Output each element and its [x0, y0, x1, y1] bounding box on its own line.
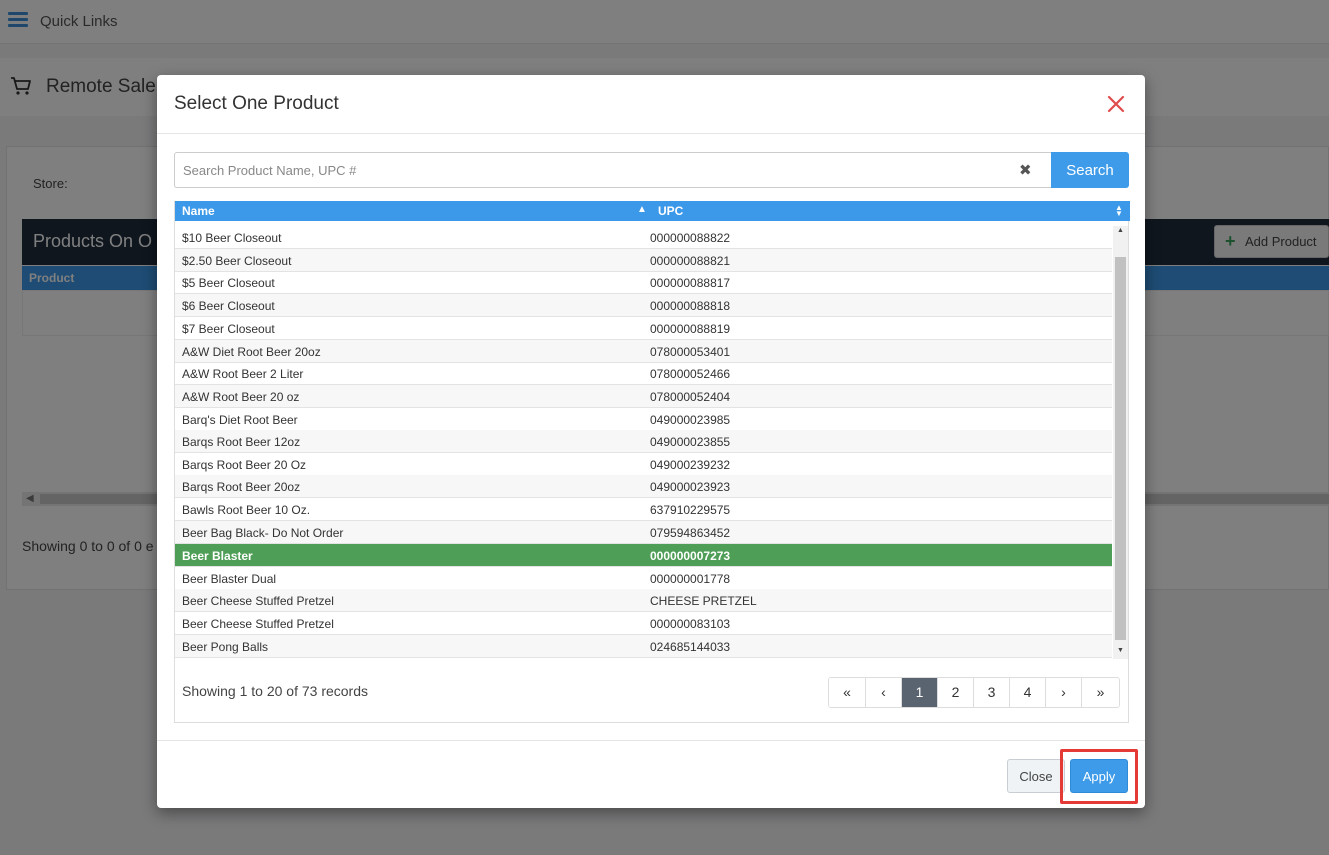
cell-upc: 000000088819 [650, 322, 731, 336]
cell-upc: 024685144033 [650, 640, 731, 654]
scroll-up-icon[interactable]: ▲ [1117, 227, 1124, 234]
vertical-scrollbar[interactable]: ▲ ▼ [1113, 226, 1128, 659]
cell-name: Beer Blaster [182, 549, 253, 563]
clear-icon[interactable]: ✖ [1019, 161, 1032, 179]
table-row[interactable]: Barqs Root Beer 12oz 049000023855 [175, 430, 1112, 453]
cell-name: $6 Beer Closeout [182, 299, 275, 313]
search-button[interactable]: Search [1051, 152, 1129, 188]
cell-name: Beer Blaster Dual [182, 572, 277, 586]
cell-upc: 049000239232 [650, 458, 731, 472]
table-row[interactable]: Beer Cheese Stuffed Pretzel CHEESE PRETZE… [175, 589, 1112, 612]
cell-upc: CHEESE PRETZEL [650, 594, 757, 608]
sort-ascending-icon[interactable]: ▲ [637, 204, 647, 215]
cell-upc: 049000023985 [650, 413, 731, 427]
cell-name: Beer Cheese Stuffed Pretzel [182, 594, 334, 608]
sort-icon[interactable]: ▲ ▼ [1115, 204, 1123, 218]
table-row[interactable]: $10 Beer Closeout 000000088822 [175, 226, 1112, 249]
cell-upc: 078000052404 [650, 390, 731, 404]
table-row[interactable]: A&W Diet Root Beer 20oz 078000053401 [175, 340, 1112, 363]
scrollbar-thumb[interactable] [1115, 257, 1126, 640]
records-info: Showing 1 to 20 of 73 records [182, 683, 369, 699]
cell-upc: 078000052466 [650, 367, 731, 381]
table-row[interactable]: $6 Beer Closeout 000000088818 [175, 294, 1112, 317]
cell-name: Beer Bag Black- Do Not Order [182, 526, 344, 540]
cell-name: Barq's Diet Root Beer [182, 413, 298, 427]
cell-name: A&W Root Beer 2 Liter [182, 367, 304, 381]
modal-header: Select One Product [157, 75, 1145, 134]
table-row[interactable]: A&W Root Beer 2 Liter 078000052466 [175, 362, 1112, 385]
table-row-selected[interactable]: Beer Blaster 000000007273 [175, 544, 1112, 567]
cell-name: Bawls Root Beer 10 Oz. [182, 503, 311, 517]
table-row[interactable]: A&W Root Beer 20 oz 078000052404 [175, 385, 1112, 408]
table-row[interactable]: $7 Beer Closeout 000000088819 [175, 317, 1112, 340]
table-body: $10 Beer Closeout 000000088822 $2.50 Beer… [175, 226, 1112, 659]
next-page-button[interactable]: › [1046, 678, 1082, 707]
prev-page-button[interactable]: ‹ [866, 678, 902, 707]
table-row[interactable]: Barqs Root Beer 20 Oz 049000239232 [175, 453, 1112, 476]
table-row[interactable]: Beer Cheese Stuffed Pretzel 000000083103 [175, 612, 1112, 635]
pagination: « ‹ 1 2 3 4 › » [828, 677, 1120, 708]
cell-name: Barqs Root Beer 12oz [182, 435, 301, 449]
table-row[interactable]: Barqs Root Beer 20oz 049000023923 [175, 475, 1112, 498]
column-header-name[interactable]: Name [182, 204, 215, 218]
table-row[interactable]: Beer Pong Balls 024685144033 [175, 635, 1112, 658]
cell-name: $2.50 Beer Closeout [182, 254, 292, 268]
table-row[interactable]: Barq's Diet Root Beer 049000023985 [175, 408, 1112, 431]
cell-name: Barqs Root Beer 20 Oz [182, 458, 307, 472]
cell-upc: 049000023923 [650, 480, 731, 494]
close-icon[interactable] [1104, 92, 1128, 116]
modal-title: Select One Product [174, 93, 339, 114]
table-row[interactable]: $5 Beer Closeout 000000088817 [175, 271, 1112, 294]
cell-upc: 000000001778 [650, 572, 731, 586]
scroll-down-icon[interactable]: ▼ [1117, 647, 1124, 654]
last-page-button[interactable]: » [1082, 678, 1119, 707]
cell-upc: 000000083103 [650, 617, 731, 631]
search-input[interactable] [174, 152, 1051, 188]
cell-name: $7 Beer Closeout [182, 322, 275, 336]
cell-upc: 000000088817 [650, 276, 731, 290]
modal-footer: Close Apply [157, 740, 1145, 808]
page-3-button[interactable]: 3 [974, 678, 1010, 707]
table-header: Name ▲ UPC ▲ ▼ [175, 201, 1130, 221]
cell-name: Beer Pong Balls [182, 640, 269, 654]
page-1-button[interactable]: 1 [902, 678, 938, 707]
cell-upc: 637910229575 [650, 503, 731, 517]
cell-name: $5 Beer Closeout [182, 276, 275, 290]
table-row[interactable]: Beer Bag Black- Do Not Order 079594863452 [175, 521, 1112, 544]
page-4-button[interactable]: 4 [1010, 678, 1046, 707]
cell-upc: 049000023855 [650, 435, 731, 449]
select-product-modal: Select One Product ✖ Search Name ▲ UPC ▲… [157, 75, 1145, 808]
cell-upc: 000000088818 [650, 299, 731, 313]
cell-name: Barqs Root Beer 20oz [182, 480, 301, 494]
cell-upc: 000000088822 [650, 231, 731, 245]
table-row[interactable]: $2.50 Beer Closeout 000000088821 [175, 249, 1112, 272]
products-table: Name ▲ UPC ▲ ▼ $10 Beer Closeout 000000088… [174, 201, 1130, 723]
cell-upc: 078000053401 [650, 345, 731, 359]
column-header-upc[interactable]: UPC [658, 204, 683, 218]
table-row[interactable]: Bawls Root Beer 10 Oz. 637910229575 [175, 498, 1112, 521]
close-button[interactable]: Close [1007, 759, 1065, 793]
cell-name: A&W Diet Root Beer 20oz [182, 345, 321, 359]
cell-upc: 000000088821 [650, 254, 731, 268]
apply-button[interactable]: Apply [1070, 759, 1128, 793]
cell-name: $10 Beer Closeout [182, 231, 282, 245]
search-box: ✖ Search [174, 152, 1129, 188]
cell-upc: 079594863452 [650, 526, 731, 540]
cell-name: A&W Root Beer 20 oz [182, 390, 300, 404]
page-2-button[interactable]: 2 [938, 678, 974, 707]
cell-name: Beer Cheese Stuffed Pretzel [182, 617, 334, 631]
table-row[interactable]: Beer Blaster Dual 000000001778 [175, 567, 1112, 590]
cell-upc: 000000007273 [650, 549, 731, 563]
first-page-button[interactable]: « [829, 678, 866, 707]
